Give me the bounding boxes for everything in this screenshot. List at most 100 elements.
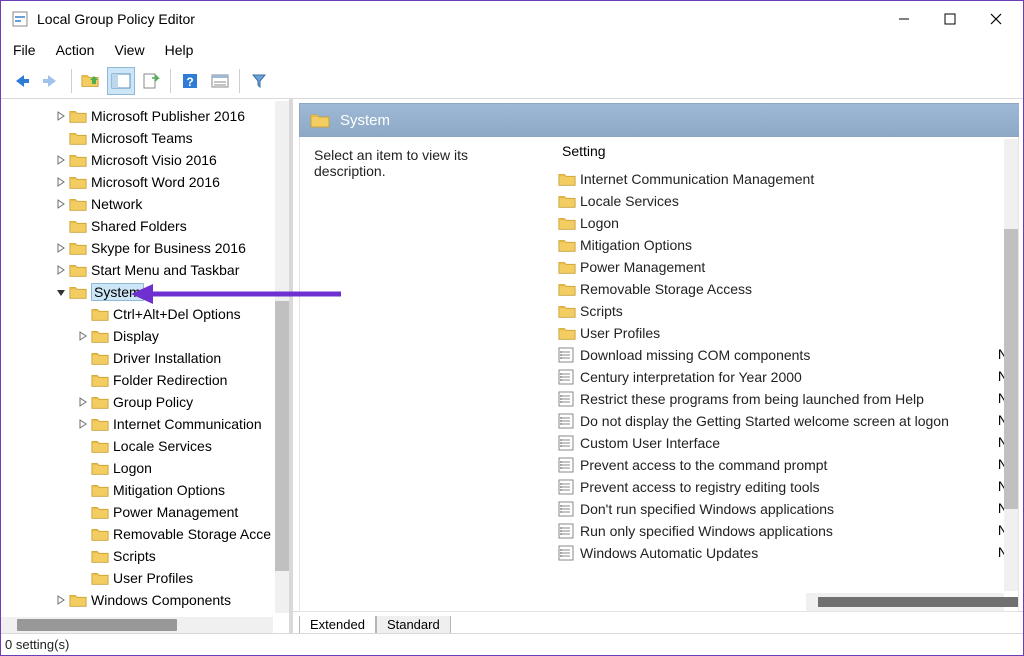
list-item-label: User Profiles [580,325,660,341]
list-item-label: Windows Automatic Updates [580,545,758,561]
help-button[interactable]: ? [176,67,204,95]
list-item[interactable]: Don't run specified Windows applications [556,498,1018,520]
expand-icon[interactable] [75,397,91,407]
maximize-button[interactable] [927,3,973,35]
tree-item[interactable]: Start Menu and Taskbar [1,259,289,281]
tree-horizontal-scrollbar[interactable] [1,617,273,633]
tree-item[interactable]: Shared Folders [1,215,289,237]
list-item-label: Logon [580,215,619,231]
detail-vertical-scrollbar[interactable] [1004,139,1018,591]
properties-button[interactable] [206,67,234,95]
tree-item[interactable]: Driver Installation [1,347,289,369]
tree-item-label: Network [91,196,142,212]
folder-icon [310,111,330,129]
list-item[interactable]: Internet Communication Management [556,168,1018,190]
export-button[interactable] [137,67,165,95]
tree-item[interactable]: Power Management [1,501,289,523]
list-item[interactable]: Century interpretation for Year 2000 [556,366,1018,388]
detail-header-title: System [340,112,390,129]
tree-item[interactable]: Microsoft Visio 2016 [1,149,289,171]
list-item[interactable]: Restrict these programs from being launc… [556,388,1018,410]
list-item[interactable]: Power Management [556,256,1018,278]
setting-icon [558,347,576,363]
scrollbar-thumb[interactable] [17,619,177,631]
tab-standard[interactable]: Standard [376,616,451,633]
expand-icon[interactable] [53,287,69,297]
detail-horizontal-scrollbar[interactable] [806,593,1004,611]
list-item[interactable]: Prevent access to the command prompt [556,454,1018,476]
column-header-setting[interactable]: Setting [556,137,1018,166]
setting-icon [558,501,576,517]
list-item[interactable]: Run only specified Windows applications [556,520,1018,542]
close-button[interactable] [973,3,1019,35]
list-item[interactable]: Locale Services [556,190,1018,212]
tree-item[interactable]: Logon [1,457,289,479]
tree-item[interactable]: Display [1,325,289,347]
tree-item[interactable]: Microsoft Publisher 2016 [1,105,289,127]
expand-icon[interactable] [53,111,69,121]
filter-button[interactable] [245,67,273,95]
back-button[interactable] [8,67,36,95]
setting-icon [558,523,576,539]
scrollbar-thumb[interactable] [1004,229,1018,509]
list-item-label: Power Management [580,259,705,275]
tree-item[interactable]: Ctrl+Alt+Del Options [1,303,289,325]
menubar: File Action View Help [1,37,1023,63]
list-item-label: Download missing COM components [580,347,810,363]
folder-icon [558,281,576,297]
scrollbar-thumb[interactable] [275,301,289,571]
settings-list[interactable]: Internet Communication ManagementLocale … [556,166,1018,566]
menu-action[interactable]: Action [56,42,95,58]
expand-icon[interactable] [53,243,69,253]
folder-icon [558,303,576,319]
tree-item[interactable]: Group Policy [1,391,289,413]
minimize-button[interactable] [881,3,927,35]
list-item[interactable]: Windows Automatic Updates [556,542,1018,564]
tree-item[interactable]: Skype for Business 2016 [1,237,289,259]
toolbar: ? [1,63,1023,99]
tree-item[interactable]: User Profiles [1,567,289,589]
tree-vertical-scrollbar[interactable] [275,101,289,613]
expand-icon[interactable] [53,265,69,275]
tree-item[interactable]: Internet Communication [1,413,289,435]
setting-icon [558,479,576,495]
forward-button[interactable] [38,67,66,95]
status-bar: 0 setting(s) [1,633,1023,655]
list-item[interactable]: Logon [556,212,1018,234]
show-tree-button[interactable] [107,67,135,95]
tree-item[interactable]: Folder Redirection [1,369,289,391]
status-text: 0 setting(s) [5,637,69,652]
tree-item[interactable]: System [1,281,289,303]
list-item[interactable]: Mitigation Options [556,234,1018,256]
tree-item[interactable]: Network [1,193,289,215]
list-item[interactable]: Scripts [556,300,1018,322]
window: Local Group Policy Editor File Action Vi… [0,0,1024,656]
expand-icon[interactable] [75,419,91,429]
tree[interactable]: Microsoft Publisher 2016 Microsoft Teams… [1,99,289,615]
tree-item[interactable]: Windows Components [1,589,289,611]
list-item[interactable]: Removable Storage Access [556,278,1018,300]
expand-icon[interactable] [53,177,69,187]
tree-item[interactable]: Scripts [1,545,289,567]
expand-icon[interactable] [53,595,69,605]
menu-file[interactable]: File [13,42,36,58]
list-item[interactable]: Prevent access to registry editing tools [556,476,1018,498]
scrollbar-thumb[interactable] [818,597,1018,607]
list-item[interactable]: User Profiles [556,322,1018,344]
expand-icon[interactable] [53,199,69,209]
tab-extended[interactable]: Extended [299,616,376,633]
tree-item[interactable]: Microsoft Word 2016 [1,171,289,193]
expand-icon[interactable] [75,331,91,341]
menu-view[interactable]: View [114,42,144,58]
tree-item[interactable]: Microsoft Teams [1,127,289,149]
list-item[interactable]: Download missing COM components [556,344,1018,366]
up-button[interactable] [77,67,105,95]
tree-item[interactable]: Locale Services [1,435,289,457]
tree-item-label: Locale Services [113,438,212,454]
tree-item[interactable]: Mitigation Options [1,479,289,501]
menu-help[interactable]: Help [165,42,194,58]
list-item[interactable]: Custom User Interface [556,432,1018,454]
tree-item[interactable]: Removable Storage Acce [1,523,289,545]
expand-icon[interactable] [53,155,69,165]
list-item[interactable]: Do not display the Getting Started welco… [556,410,1018,432]
